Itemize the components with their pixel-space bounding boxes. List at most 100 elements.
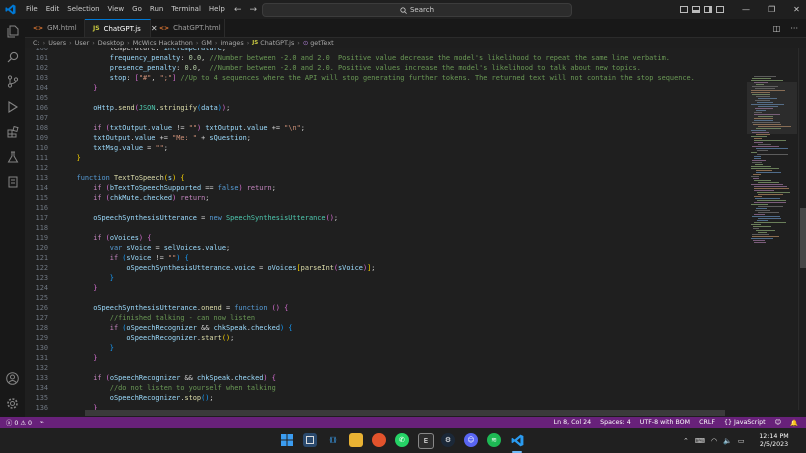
code-line[interactable]: 127 //finished talking - can now listen: [25, 313, 745, 323]
code-line[interactable]: 104 }: [25, 83, 745, 93]
wifi-icon[interactable]: ◠: [711, 437, 717, 445]
code-line[interactable]: 129 oSpeechRecognizer.start();: [25, 333, 745, 343]
testing-icon[interactable]: [5, 149, 20, 164]
vscode-taskbar-icon[interactable]: [510, 433, 524, 447]
code-line[interactable]: 124 }: [25, 283, 745, 293]
code-line[interactable]: 117 oSpeechSynthesisUtterance = new Spee…: [25, 213, 745, 223]
end-of-line[interactable]: CRLF: [699, 419, 715, 426]
minimap[interactable]: [747, 48, 797, 410]
indentation[interactable]: Spaces: 4: [600, 419, 631, 426]
account-icon[interactable]: [5, 371, 20, 386]
menu-terminal[interactable]: Terminal: [167, 0, 205, 19]
system-clock[interactable]: 12:14 PM 2/5/2023: [752, 433, 796, 449]
language-mode[interactable]: {} JavaScript: [724, 419, 766, 426]
scrollbar-thumb[interactable]: [800, 208, 806, 268]
feedback-icon[interactable]: ☺: [775, 419, 782, 426]
more-actions-icon[interactable]: ···: [790, 24, 798, 33]
code-line[interactable]: 120 var sVoice = selVoices.value;: [25, 243, 745, 253]
steam-icon[interactable]: ⚙: [441, 433, 455, 447]
code-line[interactable]: 136 }: [25, 403, 745, 410]
battery-icon[interactable]: ▭: [738, 437, 745, 445]
code-line[interactable]: 101 frequency_penalty: 0.0, //Number bet…: [25, 53, 745, 63]
breadcrumb-item[interactable]: C:: [33, 39, 40, 47]
discord-icon[interactable]: ☺: [464, 433, 478, 447]
menu-help[interactable]: Help: [205, 0, 229, 19]
customize-layout-icon[interactable]: [716, 6, 724, 13]
source-control-icon[interactable]: [5, 74, 20, 89]
code-line[interactable]: 114 if (bTextToSpeechSupported == false)…: [25, 183, 745, 193]
notifications-bell-icon[interactable]: 🔔: [790, 419, 798, 427]
menu-edit[interactable]: Edit: [42, 0, 64, 19]
epic-games-icon[interactable]: E: [418, 433, 434, 449]
code-line[interactable]: 102 presence_penalty: 0.0, //Number betw…: [25, 63, 745, 73]
breadcrumb-item[interactable]: McWics Hackathon: [133, 39, 193, 47]
breadcrumb-item[interactable]: ChatGPT.js: [260, 39, 294, 47]
code-line[interactable]: 128 if (oSpeechRecognizer && chkSpeak.ch…: [25, 323, 745, 333]
code-line[interactable]: 111 }: [25, 153, 745, 163]
explorer-icon[interactable]: [5, 24, 20, 39]
back-arrow-icon[interactable]: ←: [234, 5, 242, 15]
tab-chatgpt-js[interactable]: JS ChatGPT.js ✕: [85, 19, 158, 37]
toggle-primary-sidebar-icon[interactable]: [680, 6, 688, 13]
code-line[interactable]: 116: [25, 203, 745, 213]
code-line[interactable]: 112: [25, 163, 745, 173]
restore-icon[interactable]: ❐: [768, 5, 775, 14]
code-line[interactable]: 126 oSpeechSynthesisUtterance.onend = fu…: [25, 303, 745, 313]
extensions-icon[interactable]: [5, 124, 20, 139]
search-icon[interactable]: [5, 49, 20, 64]
code-line[interactable]: 105: [25, 93, 745, 103]
code-line[interactable]: 119 if (oVoices) {: [25, 233, 745, 243]
menu-selection[interactable]: Selection: [63, 0, 103, 19]
code-line[interactable]: 108 if (txtOutput.value != "") txtOutput…: [25, 123, 745, 133]
toggle-secondary-sidebar-icon[interactable]: [704, 6, 712, 13]
volume-icon[interactable]: 🔈: [723, 437, 732, 445]
forward-arrow-icon[interactable]: →: [250, 5, 258, 15]
problems-indicator[interactable]: ⓧ 0 ⚠ 0: [6, 418, 32, 427]
horizontal-scrollbar[interactable]: [85, 410, 725, 416]
broadcast-icon[interactable]: ⌁: [40, 419, 44, 426]
breadcrumb-item[interactable]: getText: [310, 39, 333, 47]
vertical-scrollbar[interactable]: [798, 48, 806, 410]
code-line[interactable]: 130 }: [25, 343, 745, 353]
menu-go[interactable]: Go: [128, 0, 146, 19]
encoding[interactable]: UTF-8 with BOM: [640, 419, 690, 426]
minimap-viewport[interactable]: [747, 82, 797, 134]
run-debug-icon[interactable]: [5, 99, 20, 114]
code-line[interactable]: 107: [25, 113, 745, 123]
keyboard-icon[interactable]: ⌨: [695, 437, 705, 445]
whatsapp-icon[interactable]: ✆: [395, 433, 409, 447]
menu-file[interactable]: File: [22, 0, 42, 19]
code-line[interactable]: 125: [25, 293, 745, 303]
code-line[interactable]: 115 if (chkMute.checked) return;: [25, 193, 745, 203]
breadcrumb-item[interactable]: Desktop: [98, 39, 124, 47]
breadcrumb-item[interactable]: images: [220, 39, 243, 47]
tab-chatgpt-html[interactable]: <> ChatGPT.html: [151, 19, 225, 37]
code-line[interactable]: 132: [25, 363, 745, 373]
chevron-up-icon[interactable]: ⌃: [683, 437, 689, 445]
task-view-icon[interactable]: [303, 433, 317, 447]
split-editor-icon[interactable]: ◫: [773, 24, 781, 33]
windows-start-icon[interactable]: [280, 433, 294, 447]
code-line[interactable]: 121 if (sVoice != "") {: [25, 253, 745, 263]
close-window-icon[interactable]: ✕: [793, 5, 800, 14]
file-explorer-icon[interactable]: [349, 433, 363, 447]
code-line[interactable]: 106 oHttp.send(JSON.stringify(data));: [25, 103, 745, 113]
minimize-icon[interactable]: —: [742, 5, 750, 14]
remote-explorer-icon[interactable]: [5, 174, 20, 189]
cursor-position[interactable]: Ln 8, Col 24: [554, 419, 592, 426]
breadcrumb-item[interactable]: Users: [48, 39, 66, 47]
code-line[interactable]: 109 txtOutput.value += "Me: " + sQuestio…: [25, 133, 745, 143]
code-line[interactable]: 103 stop: ["#", ";"] //Up to 4 sequences…: [25, 73, 745, 83]
code-line[interactable]: 118: [25, 223, 745, 233]
menu-view[interactable]: View: [104, 0, 129, 19]
command-center-search[interactable]: Search: [262, 3, 572, 17]
tab-gm-html[interactable]: <> GM.html: [25, 19, 85, 37]
code-app-icon[interactable]: ⟪⟫: [326, 433, 340, 447]
settings-gear-icon[interactable]: [5, 396, 20, 411]
code-line[interactable]: 123 }: [25, 273, 745, 283]
code-line[interactable]: 113 function TextToSpeech(s) {: [25, 173, 745, 183]
breadcrumb-item[interactable]: GM: [201, 39, 211, 47]
code-line[interactable]: 131 }: [25, 353, 745, 363]
code-editor[interactable]: 100 temperature: intTemperature, 101 freq…: [25, 48, 747, 410]
code-line[interactable]: 122 oSpeechSynthesisUtterance.voice = oV…: [25, 263, 745, 273]
